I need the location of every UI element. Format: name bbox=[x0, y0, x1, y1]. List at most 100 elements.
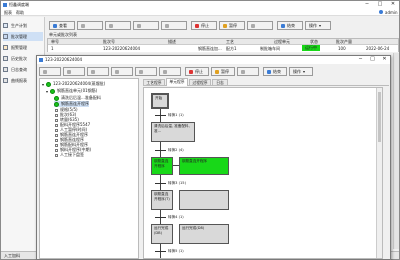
sfc-start-step[interactable]: 开始 bbox=[151, 93, 169, 109]
view-icon bbox=[53, 23, 57, 28]
user-name[interactable]: admin bbox=[385, 10, 398, 15]
cell-date: 2022-06-24 bbox=[366, 46, 390, 51]
toolbar-button-4[interactable] bbox=[133, 21, 159, 30]
cell-index: 1 bbox=[51, 46, 54, 51]
dlg-toolbar-button-1[interactable] bbox=[39, 67, 61, 76]
sidebar-item-label: 报警管理 bbox=[11, 44, 27, 50]
sidebar-item-label: 日志查询 bbox=[11, 66, 27, 72]
end-button[interactable]: 结束 bbox=[277, 21, 303, 30]
end-label: 结束 bbox=[287, 22, 295, 28]
dlg-toolbar-button-5[interactable] bbox=[135, 67, 157, 76]
pause-icon bbox=[223, 23, 227, 28]
tree-root-label: 123-20220624004(蒸馏批) bbox=[53, 81, 106, 86]
cell-batch: 123-20220624004 bbox=[103, 46, 141, 51]
sfc-step-active[interactable]: 钢筋直连开程序 bbox=[179, 157, 229, 175]
sfc-step-label: 清洗后后温, 准备配料, 准... bbox=[154, 124, 190, 133]
menu-bar: 报表 帮助 admin bbox=[1, 9, 399, 16]
status-dot-icon bbox=[46, 81, 52, 87]
tree-root[interactable]: ▾ 123-20220624004(蒸馏批) bbox=[42, 81, 105, 87]
tab-log[interactable]: 日志 bbox=[212, 79, 228, 86]
sfc-transition-label: 转换1 (1) bbox=[168, 113, 184, 117]
title-bar: 恒鑫调度端 ─ □ ✕ bbox=[1, 1, 399, 9]
cell-recipe: 配方1 bbox=[226, 46, 237, 51]
sidebar-item-alarm[interactable]: 报警管理 bbox=[3, 43, 43, 52]
dlg-end-button[interactable]: 结束 bbox=[263, 67, 287, 76]
end-icon bbox=[281, 23, 285, 28]
dialog-icon bbox=[39, 58, 43, 62]
view-button[interactable]: 查看 bbox=[49, 21, 75, 30]
tab-unit-program[interactable]: 单元程序 bbox=[166, 78, 188, 86]
sfc-step[interactable]: 运行完成(DB) bbox=[151, 224, 173, 244]
dlg-pause-button[interactable]: 暂停 bbox=[211, 67, 235, 76]
toolbar-icon bbox=[43, 69, 47, 74]
sfc-scroll-thumb[interactable] bbox=[378, 92, 381, 142]
minimize-button[interactable]: ─ bbox=[361, 1, 373, 9]
sfc-transition-label: 转换5 (1) bbox=[168, 249, 184, 253]
toolbar-icon bbox=[251, 23, 255, 28]
dlg-toolbar-button-6[interactable] bbox=[159, 67, 181, 76]
operate-button[interactable]: 操作 ▾ bbox=[305, 21, 331, 30]
menu-report[interactable]: 报表 bbox=[4, 10, 12, 16]
maximize-button[interactable]: □ bbox=[374, 1, 386, 9]
dialog-title-bar: 123-20220624004 ─ □ ✕ bbox=[37, 56, 390, 64]
tree-item[interactable]: 人工接下盘签 bbox=[55, 152, 84, 158]
toolbar-icon bbox=[139, 69, 143, 74]
sidebar-item-label: 批次管理 bbox=[11, 33, 27, 39]
toolbar-button-5[interactable] bbox=[161, 21, 187, 30]
sfc-transition[interactable] bbox=[155, 217, 166, 218]
operate-label: 操作 bbox=[293, 68, 301, 74]
toolbar-button-8[interactable] bbox=[247, 21, 273, 30]
tab-recipe-program[interactable]: 工艺程序 bbox=[143, 79, 165, 86]
pause-button[interactable]: 暂停 bbox=[219, 21, 245, 30]
expand-icon: ▾ bbox=[42, 81, 45, 87]
toolbar-icon bbox=[115, 69, 119, 74]
dlg-stop-button[interactable]: 停止 bbox=[185, 67, 209, 76]
toolbar-icon bbox=[137, 23, 141, 28]
tab-process-program[interactable]: 过程程序 bbox=[189, 79, 211, 86]
main-scrollbar[interactable] bbox=[393, 53, 399, 249]
sfc-step[interactable]: 运行完成(D8) bbox=[179, 224, 229, 244]
sfc-start-label: 开始 bbox=[155, 96, 163, 100]
chevron-down-icon: ▾ bbox=[319, 23, 322, 28]
sfc-step-active[interactable]: 钢筋直连开程序 bbox=[151, 157, 173, 175]
menu-help[interactable]: 帮助 bbox=[16, 10, 24, 16]
sfc-transition[interactable] bbox=[155, 150, 166, 151]
toolbar-button-3[interactable] bbox=[105, 21, 131, 30]
sfc-step-label: 钢筋直连开程序 bbox=[182, 159, 208, 163]
pause-label: 暂停 bbox=[229, 22, 237, 28]
stop-button[interactable]: 停止 bbox=[191, 21, 217, 30]
sfc-step[interactable] bbox=[179, 190, 229, 210]
dialog-maximize-button[interactable]: □ bbox=[367, 56, 378, 64]
sidebar-item-plan[interactable]: 生产计划 bbox=[3, 21, 43, 30]
dlg-toolbar-button-4[interactable] bbox=[111, 67, 133, 76]
sfc-step[interactable]: 清洗后后温, 准备配料, 准... bbox=[151, 122, 195, 142]
sfc-step-label: 钢筋直连开程序(T) bbox=[154, 192, 170, 201]
dlg-toolbar-button-3[interactable] bbox=[87, 67, 109, 76]
sidebar-item-label: 历史批次 bbox=[11, 55, 27, 61]
pause-label: 暂停 bbox=[221, 68, 229, 74]
sfc-canvas: 开始 转换1 (1) 清洗后后温, 准备配料, 准... 转换2 (4) 钢筋直… bbox=[143, 87, 383, 259]
sfc-step-label: 运行完成(DB) bbox=[154, 226, 169, 235]
toolbar-button-2[interactable] bbox=[77, 21, 103, 30]
tree-item-label: 人工接下盘签 bbox=[60, 152, 84, 157]
dialog-close-button[interactable]: ✕ bbox=[379, 56, 390, 64]
status-text: 入工加料 bbox=[4, 253, 20, 258]
sfc-step[interactable]: 钢筋直连开程序(T) bbox=[151, 190, 173, 210]
dialog-title: 123-20220624004 bbox=[45, 57, 83, 62]
tree-unit-label: 钢筋直连单元(01钢筋) bbox=[57, 88, 98, 93]
tree-unit[interactable]: ▾ 钢筋直连单元(01钢筋) bbox=[46, 88, 97, 94]
sfc-transition[interactable] bbox=[155, 115, 166, 116]
dlg-toolbar-button-2[interactable] bbox=[63, 67, 85, 76]
sfc-scrollbar[interactable] bbox=[376, 88, 382, 258]
sfc-transition[interactable] bbox=[155, 183, 166, 184]
status-dot-icon bbox=[50, 88, 56, 94]
close-button[interactable]: ✕ bbox=[387, 1, 399, 9]
stop-icon bbox=[189, 69, 193, 74]
dlg-operate-button[interactable]: 操作 ▾ bbox=[289, 67, 313, 76]
sidebar-item-batch[interactable]: 批次管理 bbox=[3, 32, 43, 41]
table-row[interactable]: 1 123-20220624004 钢筋直连加... 配方1 制批箱车间 运行中… bbox=[48, 45, 398, 52]
sfc-step-label: 钢筋直连开程序 bbox=[154, 159, 169, 168]
dialog-minimize-button[interactable]: ─ bbox=[355, 56, 366, 64]
sfc-transition[interactable] bbox=[155, 251, 166, 252]
dlg-toolbar-button-9[interactable] bbox=[237, 67, 259, 76]
